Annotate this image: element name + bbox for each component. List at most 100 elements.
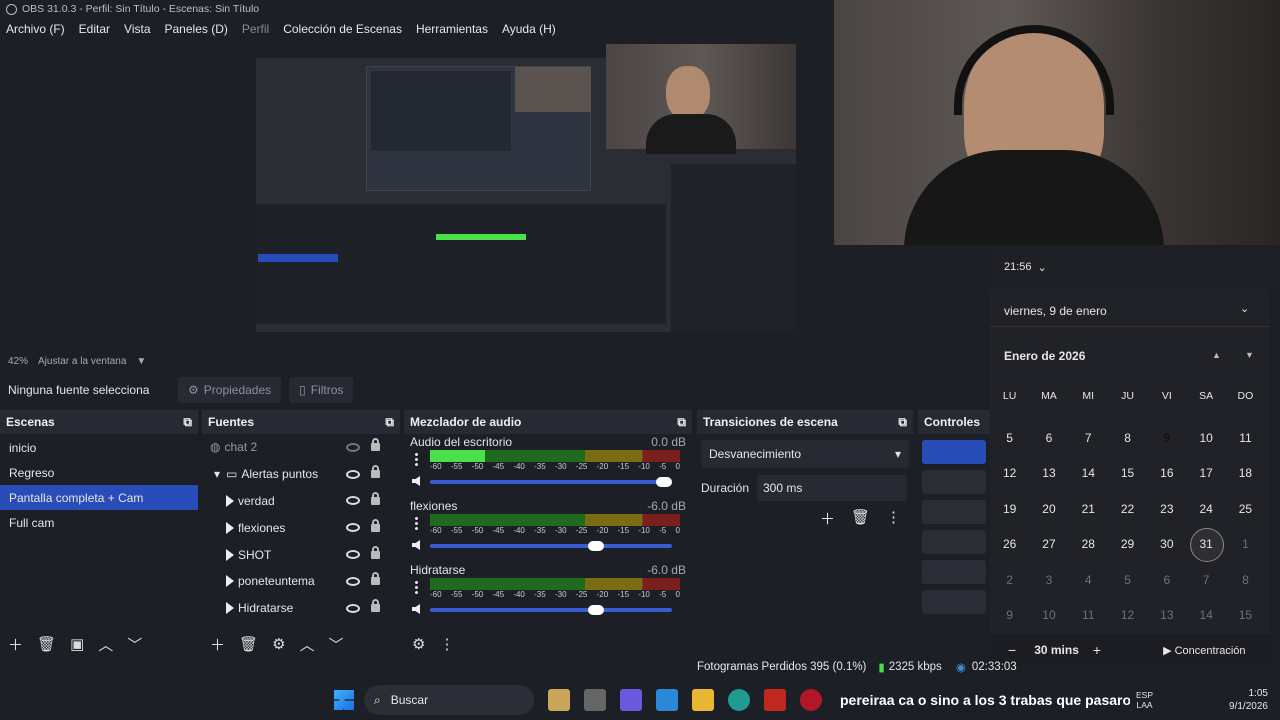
calendar-day[interactable]: 10 — [1029, 608, 1068, 622]
virtual-camera-button[interactable] — [922, 500, 986, 524]
calendar-day[interactable]: 12 — [1108, 608, 1147, 622]
duration-spinbox[interactable]: 300 ms — [757, 475, 907, 501]
start-recording-button[interactable] — [922, 470, 986, 494]
lock-icon[interactable] — [371, 491, 380, 505]
calendar-day[interactable]: 29 — [1108, 537, 1147, 551]
calendar-day[interactable]: 2 — [990, 573, 1029, 587]
calendar-day[interactable]: 23 — [1147, 502, 1186, 516]
program-preview[interactable] — [256, 44, 796, 348]
calendar-day[interactable]: 14 — [1069, 466, 1108, 480]
volume-slider-handle[interactable] — [588, 541, 605, 551]
source-item[interactable]: verdad — [202, 488, 400, 515]
minus-icon[interactable]: − — [1008, 642, 1016, 658]
calendar-day[interactable]: 17 — [1186, 466, 1225, 480]
calendar-day[interactable]: 9 — [1147, 422, 1186, 454]
trash-icon[interactable]: 🗑 — [37, 635, 56, 653]
calendar-day[interactable]: 8 — [1108, 431, 1147, 445]
calendar-day[interactable]: 30 — [1147, 537, 1186, 551]
calendar-day[interactable]: 24 — [1186, 502, 1225, 516]
calendar-day[interactable]: 14 — [1186, 608, 1225, 622]
undock-icon[interactable]: ⧉ — [183, 415, 192, 430]
more-icon[interactable] — [415, 580, 418, 594]
calendar-day[interactable]: 15 — [1226, 608, 1265, 622]
windows-start-icon[interactable] — [334, 690, 354, 710]
calendar-day[interactable]: 31 — [1186, 528, 1225, 563]
focus-button[interactable]: ▶ Concentración — [1163, 644, 1245, 657]
menu-coleccion-escenas[interactable]: Colección de Escenas — [283, 22, 402, 36]
add-icon[interactable]: ＋ — [8, 634, 23, 655]
menu-archivo[interactable]: Archivo (F) — [6, 22, 65, 36]
calendar-month[interactable]: Enero de 2026 — [1004, 349, 1085, 363]
plus-icon[interactable]: + — [1093, 642, 1101, 658]
opera-icon[interactable] — [800, 689, 822, 711]
calendar-day[interactable]: 13 — [1147, 608, 1186, 622]
next-month-icon[interactable]: ▼ — [1245, 350, 1254, 360]
add-icon[interactable]: ＋ — [210, 634, 225, 655]
chevron-down-icon[interactable]: ⌄ — [1240, 302, 1249, 315]
source-item[interactable]: flexiones — [202, 514, 400, 541]
add-icon[interactable]: ＋ — [820, 508, 835, 529]
calendar-day[interactable]: 3 — [1029, 573, 1068, 587]
source-item[interactable]: ◍ chat 2 — [202, 434, 400, 461]
trash-icon[interactable]: 🗑 — [851, 508, 870, 529]
calendar-day[interactable]: 15 — [1108, 466, 1147, 480]
calendar-day[interactable]: 18 — [1226, 466, 1265, 480]
language-indicator[interactable]: ESP LAA — [1136, 690, 1153, 710]
more-icon[interactable] — [415, 452, 418, 466]
properties-button[interactable]: ⚙ Propiedades — [178, 377, 282, 403]
gear-icon[interactable]: ⚙ — [272, 635, 285, 653]
clock-flyout[interactable]: 21:56 ⌄ — [990, 250, 1280, 284]
start-streaming-button[interactable] — [922, 440, 986, 464]
calendar-day[interactable]: 5 — [990, 431, 1029, 445]
calendar-day[interactable]: 20 — [1029, 502, 1068, 516]
scene-item[interactable]: Full cam — [0, 510, 198, 535]
source-item[interactable]: poneteuntema — [202, 568, 400, 595]
studio-mode-button[interactable] — [922, 530, 986, 554]
eye-icon[interactable] — [346, 496, 360, 506]
calendar-day[interactable]: 16 — [1147, 466, 1186, 480]
volume-slider[interactable] — [430, 541, 672, 551]
calendar-day[interactable]: 1 — [1226, 537, 1265, 551]
lock-icon[interactable] — [371, 599, 380, 613]
menu-paneles[interactable]: Paneles (D) — [165, 22, 228, 36]
calendar-day[interactable]: 6 — [1147, 573, 1186, 587]
scene-item-selected[interactable]: Pantalla completa + Cam — [0, 485, 198, 510]
chevron-down-icon[interactable]: ﹀ — [127, 634, 142, 655]
calendar-day[interactable]: 28 — [1069, 537, 1108, 551]
scene-item[interactable]: inicio — [0, 435, 198, 460]
chevron-up-icon[interactable]: ︿ — [300, 634, 315, 655]
calendar-day[interactable]: 7 — [1069, 431, 1108, 445]
chevron-up-icon[interactable]: ︿ — [98, 634, 113, 655]
filter-icon[interactable]: ▣ — [70, 635, 84, 653]
calendar-day[interactable]: 13 — [1029, 466, 1068, 480]
calendar-day[interactable]: 22 — [1108, 502, 1147, 516]
volume-slider-handle[interactable] — [656, 477, 672, 487]
transition-select[interactable]: Desvanecimiento ▾ — [701, 440, 909, 468]
menu-editar[interactable]: Editar — [79, 22, 110, 36]
acrobat-icon[interactable] — [764, 689, 786, 711]
more-icon[interactable]: ⋮ — [886, 508, 901, 529]
calendar-day[interactable]: 27 — [1029, 537, 1068, 551]
settings-button[interactable] — [922, 560, 986, 584]
calendar-day[interactable]: 11 — [1226, 431, 1265, 445]
eye-icon[interactable] — [346, 550, 360, 560]
menu-perfil[interactable]: Perfil — [242, 22, 269, 36]
zoom-fit-select[interactable]: Ajustar a la ventana — [38, 356, 126, 367]
calendar-day[interactable]: 12 — [990, 466, 1029, 480]
source-item[interactable]: Hidratarse — [202, 595, 400, 622]
lock-icon[interactable] — [371, 518, 380, 532]
calendar-day[interactable]: 11 — [1069, 608, 1108, 622]
eye-icon[interactable] — [346, 523, 360, 533]
calendar-day[interactable]: 9 — [990, 608, 1029, 622]
undock-icon[interactable]: ⧉ — [385, 415, 394, 430]
lock-icon[interactable] — [371, 572, 380, 586]
calendar-day[interactable]: 10 — [1186, 431, 1225, 445]
calendar-day[interactable]: 25 — [1226, 502, 1265, 516]
speaker-icon[interactable] — [412, 604, 420, 614]
calendar-day[interactable]: 8 — [1226, 573, 1265, 587]
menu-herramientas[interactable]: Herramientas — [416, 22, 488, 36]
calendar-day[interactable]: 19 — [990, 502, 1029, 516]
trash-icon[interactable]: 🗑 — [239, 635, 258, 653]
more-icon[interactable]: ⋮ — [439, 635, 454, 653]
taskbar-clock[interactable]: 1:05 9/1/2026 — [1229, 687, 1268, 713]
